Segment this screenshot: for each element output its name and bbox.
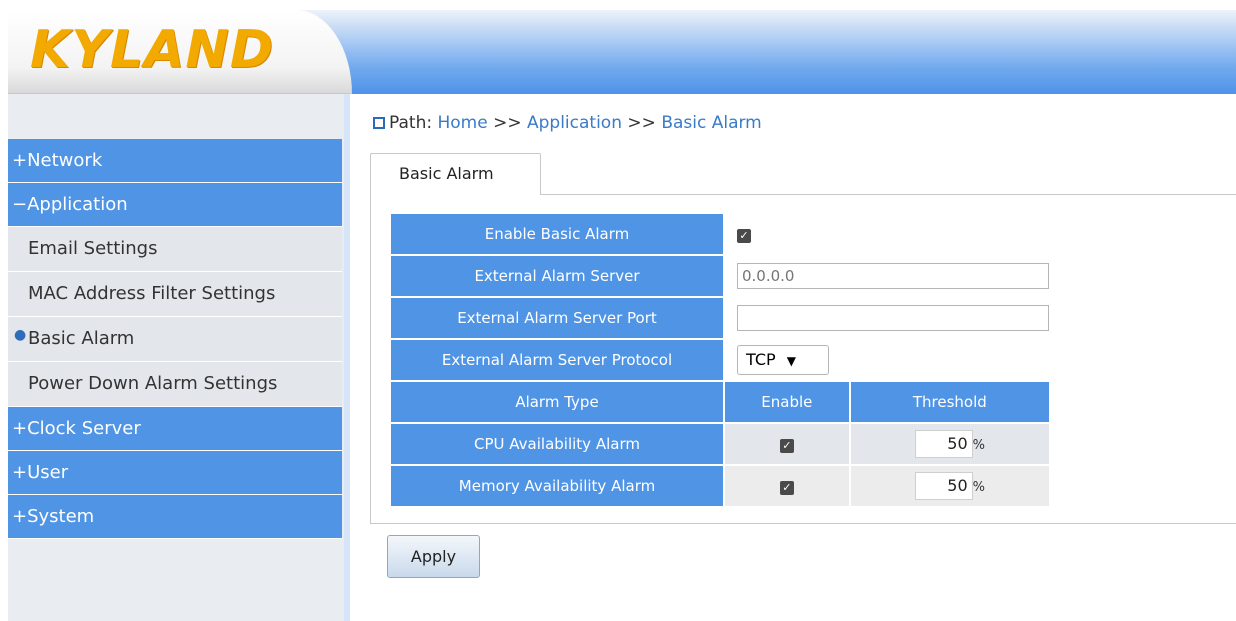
external-alarm-server-port-input[interactable] — [737, 305, 1049, 331]
sidebar-divider — [344, 94, 350, 621]
threshold-header: Threshold — [850, 382, 1049, 422]
sidebar-item-power-down-alarm[interactable]: Power Down Alarm Settings — [8, 362, 342, 407]
sidebar-item-clock-server[interactable]: +Clock Server — [8, 407, 342, 451]
percent-unit: % — [972, 438, 986, 453]
breadcrumb-separator: >> — [493, 113, 522, 133]
cpu-availability-alarm-label: CPU Availability Alarm — [391, 424, 723, 464]
kyland-logo: KYLAND — [30, 20, 275, 80]
sidebar-item-application[interactable]: −Application — [8, 183, 342, 227]
sidebar-item-network[interactable]: +Network — [8, 139, 342, 183]
percent-unit: % — [972, 480, 986, 495]
sidebar-item-system[interactable]: +System — [8, 495, 342, 539]
top-banner: KYLAND — [8, 10, 1236, 94]
sidebar-item-user[interactable]: +User — [8, 451, 342, 495]
alarm-type-header: Alarm Type — [391, 382, 723, 422]
breadcrumb-separator: >> — [627, 113, 656, 133]
logo-area: KYLAND — [8, 10, 352, 94]
cpu-alarm-enable-checkbox[interactable]: ✓ — [779, 439, 794, 453]
table-row: Memory Availability Alarm ✓ 50% — [391, 466, 1049, 506]
chevron-down-icon: ▼ — [786, 354, 796, 368]
sidebar-item-label: Basic Alarm — [28, 328, 135, 349]
enable-header: Enable — [725, 382, 849, 422]
external-alarm-server-port-label: External Alarm Server Port — [391, 298, 723, 338]
sidebar-item-email-settings[interactable]: Email Settings — [8, 227, 342, 272]
breadcrumb: Path: Home >> Application >> Basic Alarm — [373, 113, 762, 133]
breadcrumb-current: Basic Alarm — [661, 113, 762, 133]
path-label: Path: — [389, 113, 433, 133]
basic-alarm-form: Enable Basic Alarm ✓ External Alarm Serv… — [389, 212, 1051, 508]
table-row: CPU Availability Alarm ✓ 50% — [391, 424, 1049, 464]
memory-alarm-enable-checkbox[interactable]: ✓ — [779, 481, 794, 495]
sidebar-menu: +Network −Application Email Settings MAC… — [8, 139, 342, 539]
apply-button[interactable]: Apply — [387, 535, 480, 578]
sidebar-item-mac-address-filter[interactable]: MAC Address Filter Settings — [8, 272, 342, 317]
protocol-select-value: TCP — [746, 350, 776, 369]
enable-basic-alarm-label: Enable Basic Alarm — [391, 214, 723, 254]
sidebar-item-basic-alarm[interactable]: ● Basic Alarm — [8, 317, 342, 362]
sidebar: +Network −Application Email Settings MAC… — [8, 94, 344, 621]
memory-availability-alarm-label: Memory Availability Alarm — [391, 466, 723, 506]
breadcrumb-home-link[interactable]: Home — [437, 113, 487, 133]
square-icon — [373, 117, 385, 129]
breadcrumb-application-link[interactable]: Application — [527, 113, 622, 133]
external-alarm-server-input[interactable] — [737, 263, 1049, 289]
external-alarm-server-protocol-label: External Alarm Server Protocol — [391, 340, 723, 380]
tab-basic-alarm[interactable]: Basic Alarm — [370, 153, 541, 195]
active-bullet-icon: ● — [14, 327, 27, 343]
memory-threshold-input[interactable]: 50 — [914, 472, 973, 500]
protocol-select[interactable]: TCP ▼ — [737, 345, 829, 375]
external-alarm-server-label: External Alarm Server — [391, 256, 723, 296]
enable-basic-alarm-checkbox[interactable]: ✓ — [737, 229, 751, 243]
cpu-threshold-input[interactable]: 50 — [914, 430, 973, 458]
